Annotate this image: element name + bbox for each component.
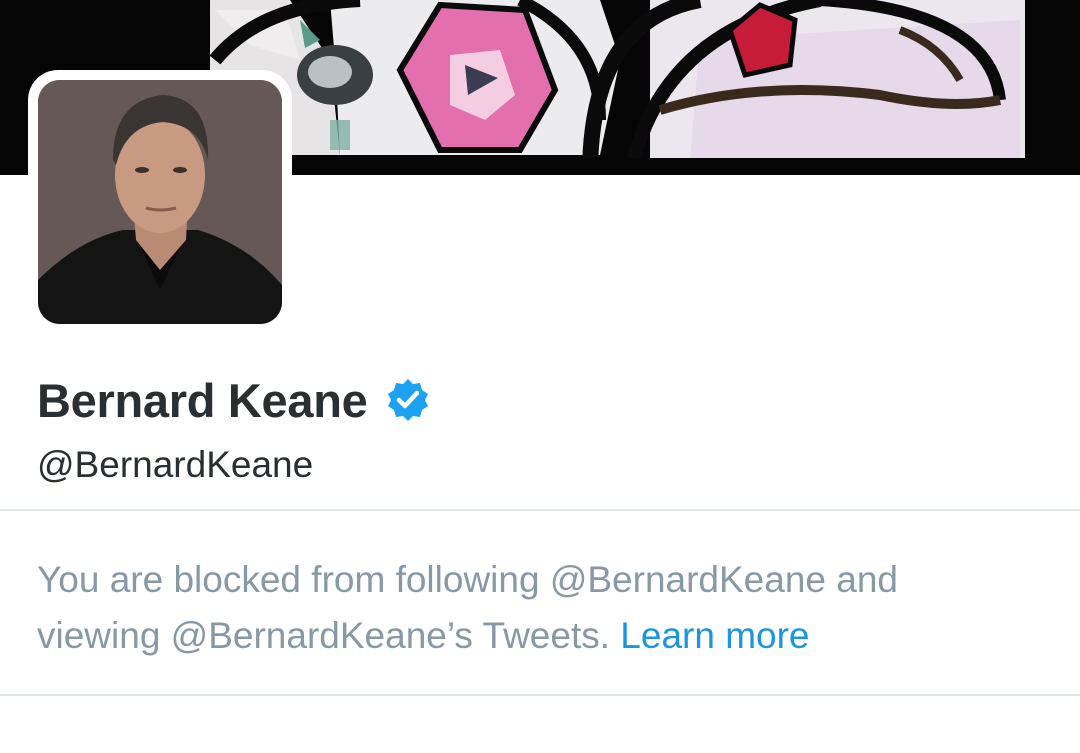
profile-photo-icon: [38, 80, 282, 324]
divider: [0, 694, 1080, 696]
profile-handle: @BernardKeane: [37, 444, 314, 485]
display-name: Bernard Keane: [37, 373, 368, 427]
profile-name-row: Bernard Keane: [37, 368, 431, 432]
blocked-message-line1: You are blocked from following @BernardK…: [37, 559, 899, 600]
learn-more-link[interactable]: Learn more: [620, 615, 809, 656]
profile-page: Bernard Keane @BernardKeane You are bloc…: [0, 0, 1080, 753]
avatar-frame[interactable]: [28, 70, 292, 334]
avatar[interactable]: [38, 80, 282, 324]
blocked-notice: You are blocked from following @BernardK…: [37, 552, 1047, 664]
divider: [0, 509, 1080, 511]
verified-badge-icon: [385, 377, 431, 423]
blocked-message-line2: viewing @BernardKeane’s Tweets.: [37, 615, 611, 656]
